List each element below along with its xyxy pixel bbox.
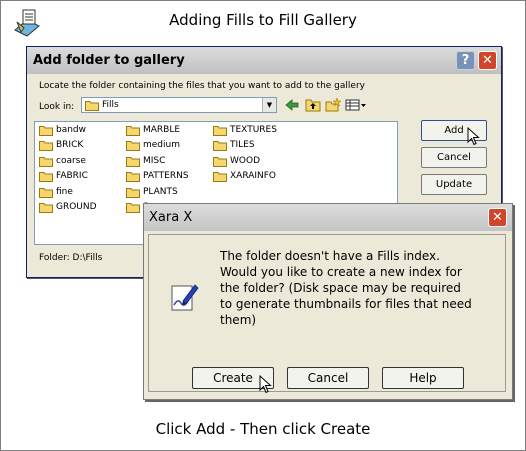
list-item[interactable]: BRICK [39, 139, 83, 152]
message-line: them) [220, 313, 257, 327]
pen-icon [171, 284, 199, 311]
folder-icon [126, 157, 140, 167]
folder-icon [39, 157, 53, 167]
list-item[interactable]: fine [39, 186, 73, 199]
folder-icon [39, 203, 53, 213]
instruction-caption: Click Add - Then click Create [155, 420, 371, 438]
new-folder-icon[interactable] [325, 98, 341, 112]
look-in-value: Fills [102, 100, 119, 110]
message-panel: The folder doesn't have a Fills index. W… [148, 234, 506, 394]
list-item[interactable]: coarse [39, 155, 86, 168]
add-folder-titlebar[interactable]: Add folder to gallery ? ✕ [27, 47, 501, 74]
instruction-text: Locate the folder containing the files t… [39, 81, 365, 91]
folder-icon [126, 172, 140, 182]
page-title: Adding Fills to Fill Gallery [169, 11, 357, 29]
folder-icon [213, 126, 227, 136]
folder-icon [39, 172, 53, 182]
list-item[interactable]: GROUND [39, 201, 97, 214]
folder-icon [126, 203, 140, 213]
folder-icon [85, 101, 99, 111]
folder-icon [213, 141, 227, 151]
folder-icon [213, 172, 227, 182]
xara-titlebar[interactable]: Xara X ✕ [144, 204, 512, 231]
list-item[interactable]: FABRIC [39, 170, 88, 183]
list-item[interactable]: medium [126, 139, 180, 152]
list-item[interactable]: XARAINFO [213, 170, 276, 183]
chevron-down-icon[interactable]: ▼ [262, 98, 276, 112]
mouse-cursor-icon [467, 127, 480, 146]
up-folder-icon[interactable] [305, 98, 321, 112]
xara-dialog-title: Xara X [149, 210, 193, 225]
list-item[interactable]: bandw [39, 124, 86, 137]
list-item[interactable]: WOOD [213, 155, 260, 168]
folder-icon [126, 126, 140, 136]
update-button[interactable]: Update [421, 174, 487, 195]
list-item[interactable]: PATTERNS [126, 170, 189, 183]
xara-confirm-dialog: Xara X ✕ The folder doesn't have a Fills… [143, 203, 513, 400]
add-folder-dialog-title: Add folder to gallery [33, 53, 185, 68]
cancel-button[interactable]: Cancel [421, 147, 487, 168]
folder-icon [39, 126, 53, 136]
folder-icon [213, 157, 227, 167]
list-item[interactable]: MISC [126, 155, 165, 168]
close-icon[interactable]: ✕ [488, 208, 507, 227]
message-line: the folder? (Disk space may be required [220, 281, 461, 295]
close-icon[interactable]: ✕ [478, 51, 497, 70]
folder-icon [126, 141, 140, 151]
folder-icon [39, 188, 53, 198]
message-line: Would you like to create a new index for [220, 265, 462, 279]
look-in-select[interactable]: Fills ▼ [81, 97, 277, 113]
list-item[interactable]: PLANTS [126, 186, 178, 199]
view-menu-icon[interactable] [345, 98, 367, 112]
folder-icon [39, 141, 53, 151]
help-icon[interactable]: ? [456, 51, 475, 70]
mouse-cursor-icon [259, 375, 272, 394]
list-item[interactable]: TILES [213, 139, 255, 152]
folder-path: Folder: D:\Fills [39, 253, 103, 263]
cancel-button[interactable]: Cancel [287, 367, 369, 389]
back-arrow-icon[interactable] [284, 98, 300, 112]
list-item[interactable]: TEXTURES [213, 124, 277, 137]
look-in-label: Look in: [39, 102, 75, 112]
help-button[interactable]: Help [382, 367, 464, 389]
message-line: The folder doesn't have a Fills index. [220, 249, 440, 263]
folder-icon [126, 188, 140, 198]
message-line: to generate thumbnails for files that ne… [220, 297, 472, 311]
list-item[interactable]: MARBLE [126, 124, 180, 137]
